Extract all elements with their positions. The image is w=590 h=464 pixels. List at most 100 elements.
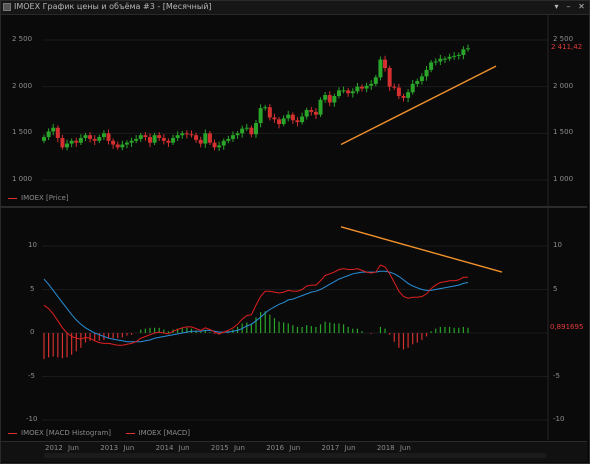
- time-axis-label: 2013: [100, 444, 119, 452]
- candle-body: [350, 91, 355, 94]
- time-axis-label: Jun: [123, 444, 135, 452]
- candle-body: [415, 81, 420, 84]
- candle-body: [83, 135, 88, 138]
- candle-body: [134, 138, 139, 141]
- price-legend-label: IMOEX [Price]: [21, 194, 69, 202]
- candle-body: [74, 140, 79, 143]
- candle-body: [373, 77, 378, 84]
- price-axis-right-tick: 2 000: [553, 82, 574, 90]
- macd-axis-right-tick: 10: [553, 241, 562, 249]
- candle-body: [456, 54, 461, 56]
- candle-body: [65, 143, 70, 148]
- candle-body: [203, 133, 208, 144]
- candle-body: [360, 86, 364, 89]
- time-axis-label: 2018: [376, 444, 395, 452]
- candle-body: [332, 96, 337, 103]
- candle-body: [175, 135, 180, 138]
- candle-body: [281, 118, 286, 124]
- candle-body: [290, 114, 295, 121]
- candle-body: [327, 95, 332, 103]
- candle-body: [461, 49, 466, 55]
- candle-body: [387, 68, 392, 87]
- candle-body: [424, 69, 429, 77]
- candle-body: [217, 145, 222, 148]
- histogram-legend-label: IMOEX [MACD Histogram]: [21, 429, 112, 437]
- time-scrollbar[interactable]: [44, 453, 546, 458]
- time-axis-label: 2017: [321, 444, 340, 452]
- candle-body: [42, 137, 46, 141]
- candle-body: [286, 114, 291, 119]
- chart-canvas[interactable]: [0, 0, 590, 464]
- candle-body: [258, 108, 263, 124]
- candle-body: [249, 127, 254, 135]
- price-legend[interactable]: IMOEX [Price]: [8, 194, 69, 202]
- price-axis-left-tick: 2 000: [12, 82, 33, 90]
- macd-legend-label: IMOEX [MACD]: [138, 429, 191, 437]
- price-axis-right-tick: 2 500: [553, 35, 574, 43]
- histogram-legend-swatch: [8, 432, 17, 434]
- price-axis-left-tick: 1 000: [12, 175, 33, 183]
- time-axis-label: Jun: [68, 444, 79, 452]
- candle-body: [171, 138, 176, 143]
- macd-axis-left-tick: -10: [26, 415, 38, 423]
- price-axis-left-tick: 2 500: [12, 35, 33, 43]
- macd-axis-left-tick: 5: [30, 285, 35, 293]
- candle-body: [263, 107, 268, 109]
- macd-axis-right-tick: 5: [553, 285, 558, 293]
- macd-axis-right-tick: -10: [553, 415, 565, 423]
- candle-body: [318, 99, 323, 115]
- candle-body: [304, 110, 309, 117]
- candle-body: [410, 83, 415, 93]
- candle-body: [295, 120, 300, 123]
- time-axis-label: Jun: [233, 444, 245, 452]
- time-axis-label: Jun: [289, 444, 301, 452]
- macd-legend[interactable]: IMOEX [MACD Histogram] IMOEX [MACD]: [8, 429, 190, 437]
- candle-body: [51, 127, 56, 132]
- candle-body: [152, 135, 157, 143]
- candle-body: [406, 92, 411, 98]
- candle-body: [429, 62, 434, 70]
- candle-body: [92, 138, 97, 141]
- candle-body: [272, 117, 277, 120]
- candle-body: [161, 138, 166, 141]
- candle-body: [115, 144, 120, 148]
- candle-body: [452, 55, 457, 57]
- candle-body: [267, 107, 272, 118]
- candle-body: [230, 135, 235, 139]
- candle-body: [120, 144, 125, 148]
- candle-body: [198, 139, 203, 144]
- candle-body: [124, 142, 129, 145]
- candle-body: [207, 133, 212, 143]
- candle-body: [369, 83, 374, 86]
- time-axis-label: Jun: [178, 444, 190, 452]
- candle-body: [194, 135, 199, 140]
- macd-axis-left-tick: 0: [30, 328, 35, 336]
- candle-body: [97, 137, 102, 141]
- candle-body: [55, 127, 60, 138]
- time-axis-label: 2016: [266, 444, 285, 452]
- macd-trend-line: [340, 226, 503, 273]
- candle-body: [396, 87, 401, 96]
- candle-body: [235, 133, 240, 136]
- candle-body: [189, 134, 194, 136]
- candle-body: [466, 48, 470, 50]
- candle-body: [60, 138, 65, 148]
- price-axis-right-tick: 1 000: [553, 175, 574, 183]
- candle-body: [442, 58, 447, 60]
- candle-body: [341, 90, 346, 92]
- macd-axis-left-tick: -5: [28, 372, 35, 380]
- candle-body: [336, 90, 341, 96]
- candle-body: [78, 138, 83, 143]
- candle-body: [401, 96, 406, 98]
- candle-body: [101, 133, 106, 138]
- candle-body: [240, 128, 245, 134]
- panel-divider[interactable]: [1, 206, 587, 208]
- candle-body: [433, 61, 438, 63]
- candle-body: [221, 140, 226, 146]
- macd-axis-left-tick: 10: [28, 241, 37, 249]
- candle-body: [346, 90, 351, 94]
- candle-body: [226, 138, 231, 141]
- time-axis-label: 2015: [210, 444, 229, 452]
- candle-body: [244, 127, 249, 129]
- candle-body: [300, 116, 305, 123]
